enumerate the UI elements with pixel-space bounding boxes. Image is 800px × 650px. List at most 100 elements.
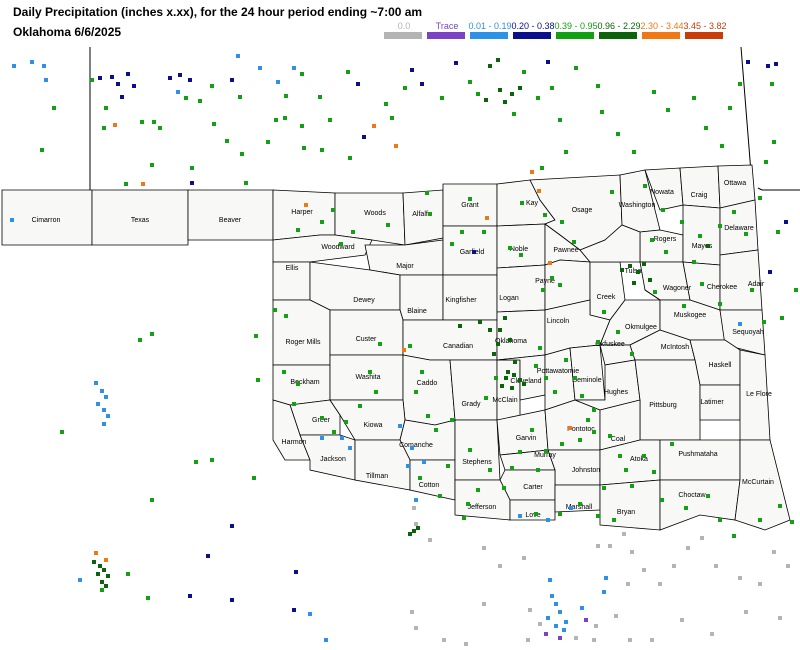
- station-marker: [124, 182, 128, 186]
- station-marker: [252, 476, 256, 480]
- station-marker: [630, 352, 634, 356]
- station-marker: [428, 212, 432, 216]
- county-label: Blaine: [407, 308, 427, 315]
- station-marker: [146, 596, 150, 600]
- station-marker: [188, 594, 192, 598]
- county-label: Dewey: [353, 297, 375, 304]
- station-marker: [110, 75, 114, 79]
- station-marker: [632, 281, 636, 285]
- station-marker: [98, 76, 102, 80]
- station-marker: [548, 261, 552, 265]
- legend-swatch: [599, 32, 637, 39]
- station-marker: [758, 196, 762, 200]
- station-marker: [412, 506, 416, 510]
- county-label: Roger Mills: [285, 339, 321, 346]
- station-marker: [602, 310, 606, 314]
- station-marker: [210, 84, 214, 88]
- station-marker: [596, 514, 600, 518]
- station-marker: [402, 348, 406, 352]
- station-marker: [513, 360, 517, 364]
- station-marker: [642, 262, 646, 266]
- station-marker: [519, 253, 523, 257]
- station-marker: [374, 390, 378, 394]
- station-marker: [472, 250, 476, 254]
- station-marker: [368, 370, 372, 374]
- legend-label: Trace: [435, 21, 459, 31]
- station-marker: [410, 68, 414, 72]
- station-marker: [658, 582, 662, 586]
- station-marker: [450, 418, 454, 422]
- station-marker: [104, 558, 108, 562]
- county-label: Adair: [748, 281, 765, 288]
- station-marker: [643, 184, 647, 188]
- station-marker: [510, 92, 514, 96]
- station-marker: [150, 498, 154, 502]
- station-marker: [538, 346, 542, 350]
- station-marker: [198, 99, 202, 103]
- station-marker: [794, 288, 798, 292]
- county-roger-mills: [272, 299, 331, 366]
- station-marker: [553, 390, 557, 394]
- station-marker: [104, 584, 108, 588]
- station-marker: [520, 201, 524, 205]
- station-marker: [425, 191, 429, 195]
- station-marker: [518, 514, 522, 518]
- station-marker: [304, 203, 308, 207]
- station-marker: [138, 338, 142, 342]
- station-marker: [554, 602, 558, 606]
- county-craig: [679, 165, 721, 209]
- station-marker: [536, 468, 540, 472]
- station-marker: [141, 182, 145, 186]
- county-label: Beaver: [219, 217, 242, 224]
- station-marker: [774, 62, 778, 66]
- station-marker: [372, 124, 376, 128]
- station-marker: [608, 434, 612, 438]
- county-wagoner: [639, 261, 691, 301]
- station-marker: [776, 230, 780, 234]
- station-marker: [178, 73, 182, 77]
- station-marker: [98, 564, 102, 568]
- county-label: Muskogee: [674, 312, 706, 319]
- station-marker: [90, 78, 94, 82]
- station-marker: [762, 320, 766, 324]
- station-marker: [503, 316, 507, 320]
- map-title: Daily Precipitation (inches x.xx), for t…: [13, 5, 423, 19]
- station-marker: [616, 132, 620, 136]
- station-marker: [550, 276, 554, 280]
- station-marker: [485, 216, 489, 220]
- station-marker: [438, 494, 442, 498]
- station-marker: [418, 476, 422, 480]
- station-marker: [484, 98, 488, 102]
- county-label: Johnston: [572, 467, 601, 474]
- station-marker: [714, 564, 718, 568]
- station-marker: [496, 58, 500, 62]
- station-marker: [340, 436, 344, 440]
- station-marker: [502, 486, 506, 490]
- county-label: Kingfisher: [445, 297, 477, 304]
- station-marker: [384, 102, 388, 106]
- station-marker: [604, 576, 608, 580]
- county-label: Love: [525, 512, 540, 519]
- station-marker: [594, 624, 598, 628]
- station-marker: [546, 616, 550, 620]
- station-marker: [596, 84, 600, 88]
- station-marker: [522, 382, 526, 386]
- station-marker: [466, 502, 470, 506]
- legend-label: 3.45 - 3.82: [683, 21, 727, 31]
- station-marker: [296, 382, 300, 386]
- legend-item-0-96: 0.96 - 2.29: [597, 21, 641, 43]
- station-marker: [586, 418, 590, 422]
- station-marker: [770, 82, 774, 86]
- county-label: Choctaw: [678, 492, 706, 499]
- county-label: Texas: [131, 217, 150, 224]
- station-marker: [150, 332, 154, 336]
- station-marker: [238, 95, 242, 99]
- station-marker: [608, 544, 612, 548]
- station-marker: [568, 426, 572, 430]
- station-marker: [718, 518, 722, 522]
- station-marker: [596, 340, 600, 344]
- county-label: Kay: [526, 200, 539, 207]
- county-kiowa: [329, 399, 406, 441]
- county-label: Latimer: [700, 399, 724, 406]
- station-marker: [692, 96, 696, 100]
